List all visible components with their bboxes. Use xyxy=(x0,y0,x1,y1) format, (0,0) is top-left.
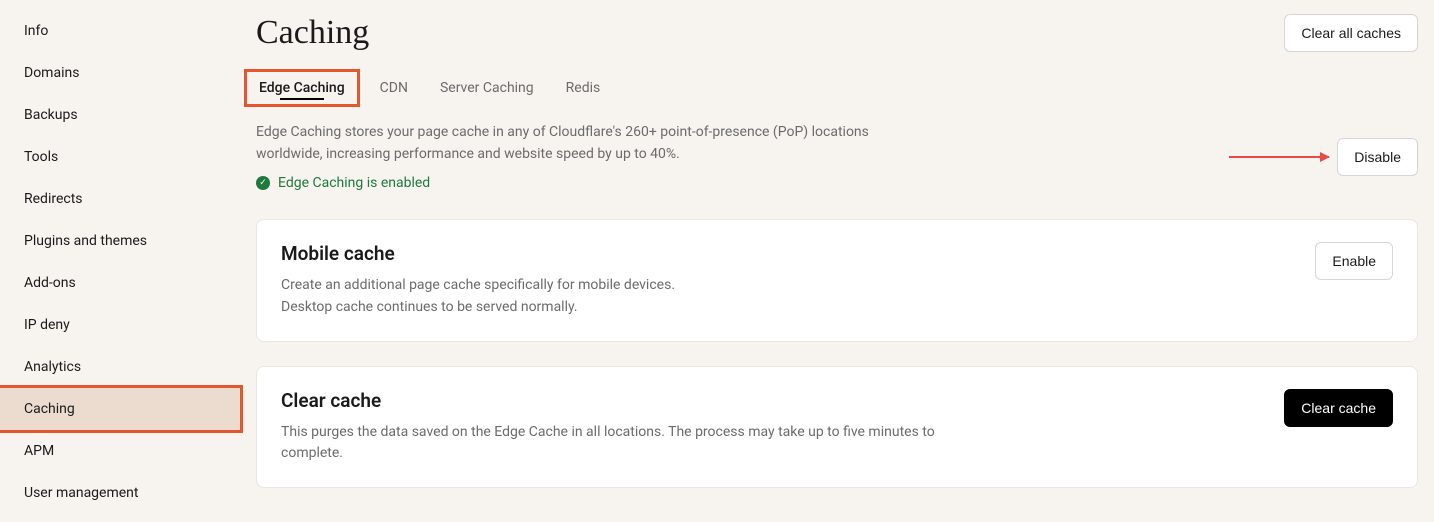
sidebar-item-caching[interactable]: Caching xyxy=(0,385,243,433)
sidebar-item-label: Plugins and themes xyxy=(24,233,147,249)
sidebar-item-label: Caching xyxy=(24,401,75,417)
edge-caching-action: Disable xyxy=(1229,138,1418,176)
status-text: Edge Caching is enabled xyxy=(278,175,430,191)
sidebar-item-addons[interactable]: Add-ons xyxy=(0,262,240,304)
tabs: Edge Caching CDN Server Caching Redis xyxy=(256,72,1418,104)
sidebar-item-label: Analytics xyxy=(24,359,81,375)
check-circle-icon: ✓ xyxy=(256,176,270,190)
tab-label: Server Caching xyxy=(440,80,534,96)
annotation-arrow-icon xyxy=(1229,156,1329,158)
sidebar-item-info[interactable]: Info xyxy=(0,10,240,52)
sidebar-item-label: IP deny xyxy=(24,317,70,333)
page-header: Caching Clear all caches xyxy=(256,14,1418,52)
sidebar-item-label: User management xyxy=(24,485,138,501)
disable-button[interactable]: Disable xyxy=(1337,138,1418,176)
sidebar-item-analytics[interactable]: Analytics xyxy=(0,346,240,388)
tab-label: Redis xyxy=(566,80,601,96)
edge-caching-section: Edge Caching stores your page cache in a… xyxy=(256,122,1418,191)
tab-edge-caching[interactable]: Edge Caching xyxy=(244,69,360,107)
tab-label: Edge Caching xyxy=(259,80,345,96)
sidebar-item-usermgmt[interactable]: User management xyxy=(0,472,240,514)
page-title: Caching xyxy=(256,14,369,52)
tab-redis[interactable]: Redis xyxy=(566,72,601,104)
sidebar-item-backups[interactable]: Backups xyxy=(0,94,240,136)
sidebar-item-ipdeny[interactable]: IP deny xyxy=(0,304,240,346)
tab-label: CDN xyxy=(380,80,408,96)
clear-cache-info: Clear cache This purges the data saved o… xyxy=(281,389,981,465)
sidebar-item-label: APM xyxy=(24,443,54,459)
tab-server-caching[interactable]: Server Caching xyxy=(440,72,534,104)
edge-caching-status: ✓ Edge Caching is enabled xyxy=(256,175,896,191)
mobile-cache-description: Create an additional page cache specific… xyxy=(281,275,675,318)
clear-cache-card: Clear cache This purges the data saved o… xyxy=(256,366,1418,488)
main-content: Caching Clear all caches Edge Caching CD… xyxy=(240,0,1434,522)
sidebar: Info Domains Backups Tools Redirects Plu… xyxy=(0,0,240,522)
edge-caching-description: Edge Caching stores your page cache in a… xyxy=(256,122,896,165)
clear-cache-button[interactable]: Clear cache xyxy=(1284,389,1393,427)
clear-all-caches-button[interactable]: Clear all caches xyxy=(1284,14,1418,52)
sidebar-item-apm[interactable]: APM xyxy=(0,430,240,472)
sidebar-item-label: Redirects xyxy=(24,191,83,207)
sidebar-item-plugins[interactable]: Plugins and themes xyxy=(0,220,240,262)
edge-caching-info: Edge Caching stores your page cache in a… xyxy=(256,122,896,191)
sidebar-item-label: Info xyxy=(24,23,48,39)
sidebar-item-label: Domains xyxy=(24,65,79,81)
enable-mobile-cache-button[interactable]: Enable xyxy=(1315,242,1393,280)
mobile-cache-title: Mobile cache xyxy=(281,242,675,265)
tab-cdn[interactable]: CDN xyxy=(380,72,408,104)
mobile-cache-info: Mobile cache Create an additional page c… xyxy=(281,242,675,318)
sidebar-item-redirects[interactable]: Redirects xyxy=(0,178,240,220)
sidebar-item-domains[interactable]: Domains xyxy=(0,52,240,94)
mobile-cache-card: Mobile cache Create an additional page c… xyxy=(256,219,1418,341)
sidebar-item-label: Add-ons xyxy=(24,275,76,291)
clear-cache-description: This purges the data saved on the Edge C… xyxy=(281,422,981,465)
sidebar-item-label: Backups xyxy=(24,107,78,123)
sidebar-item-tools[interactable]: Tools xyxy=(0,136,240,178)
sidebar-item-label: Tools xyxy=(24,149,58,165)
clear-cache-title: Clear cache xyxy=(281,389,981,412)
